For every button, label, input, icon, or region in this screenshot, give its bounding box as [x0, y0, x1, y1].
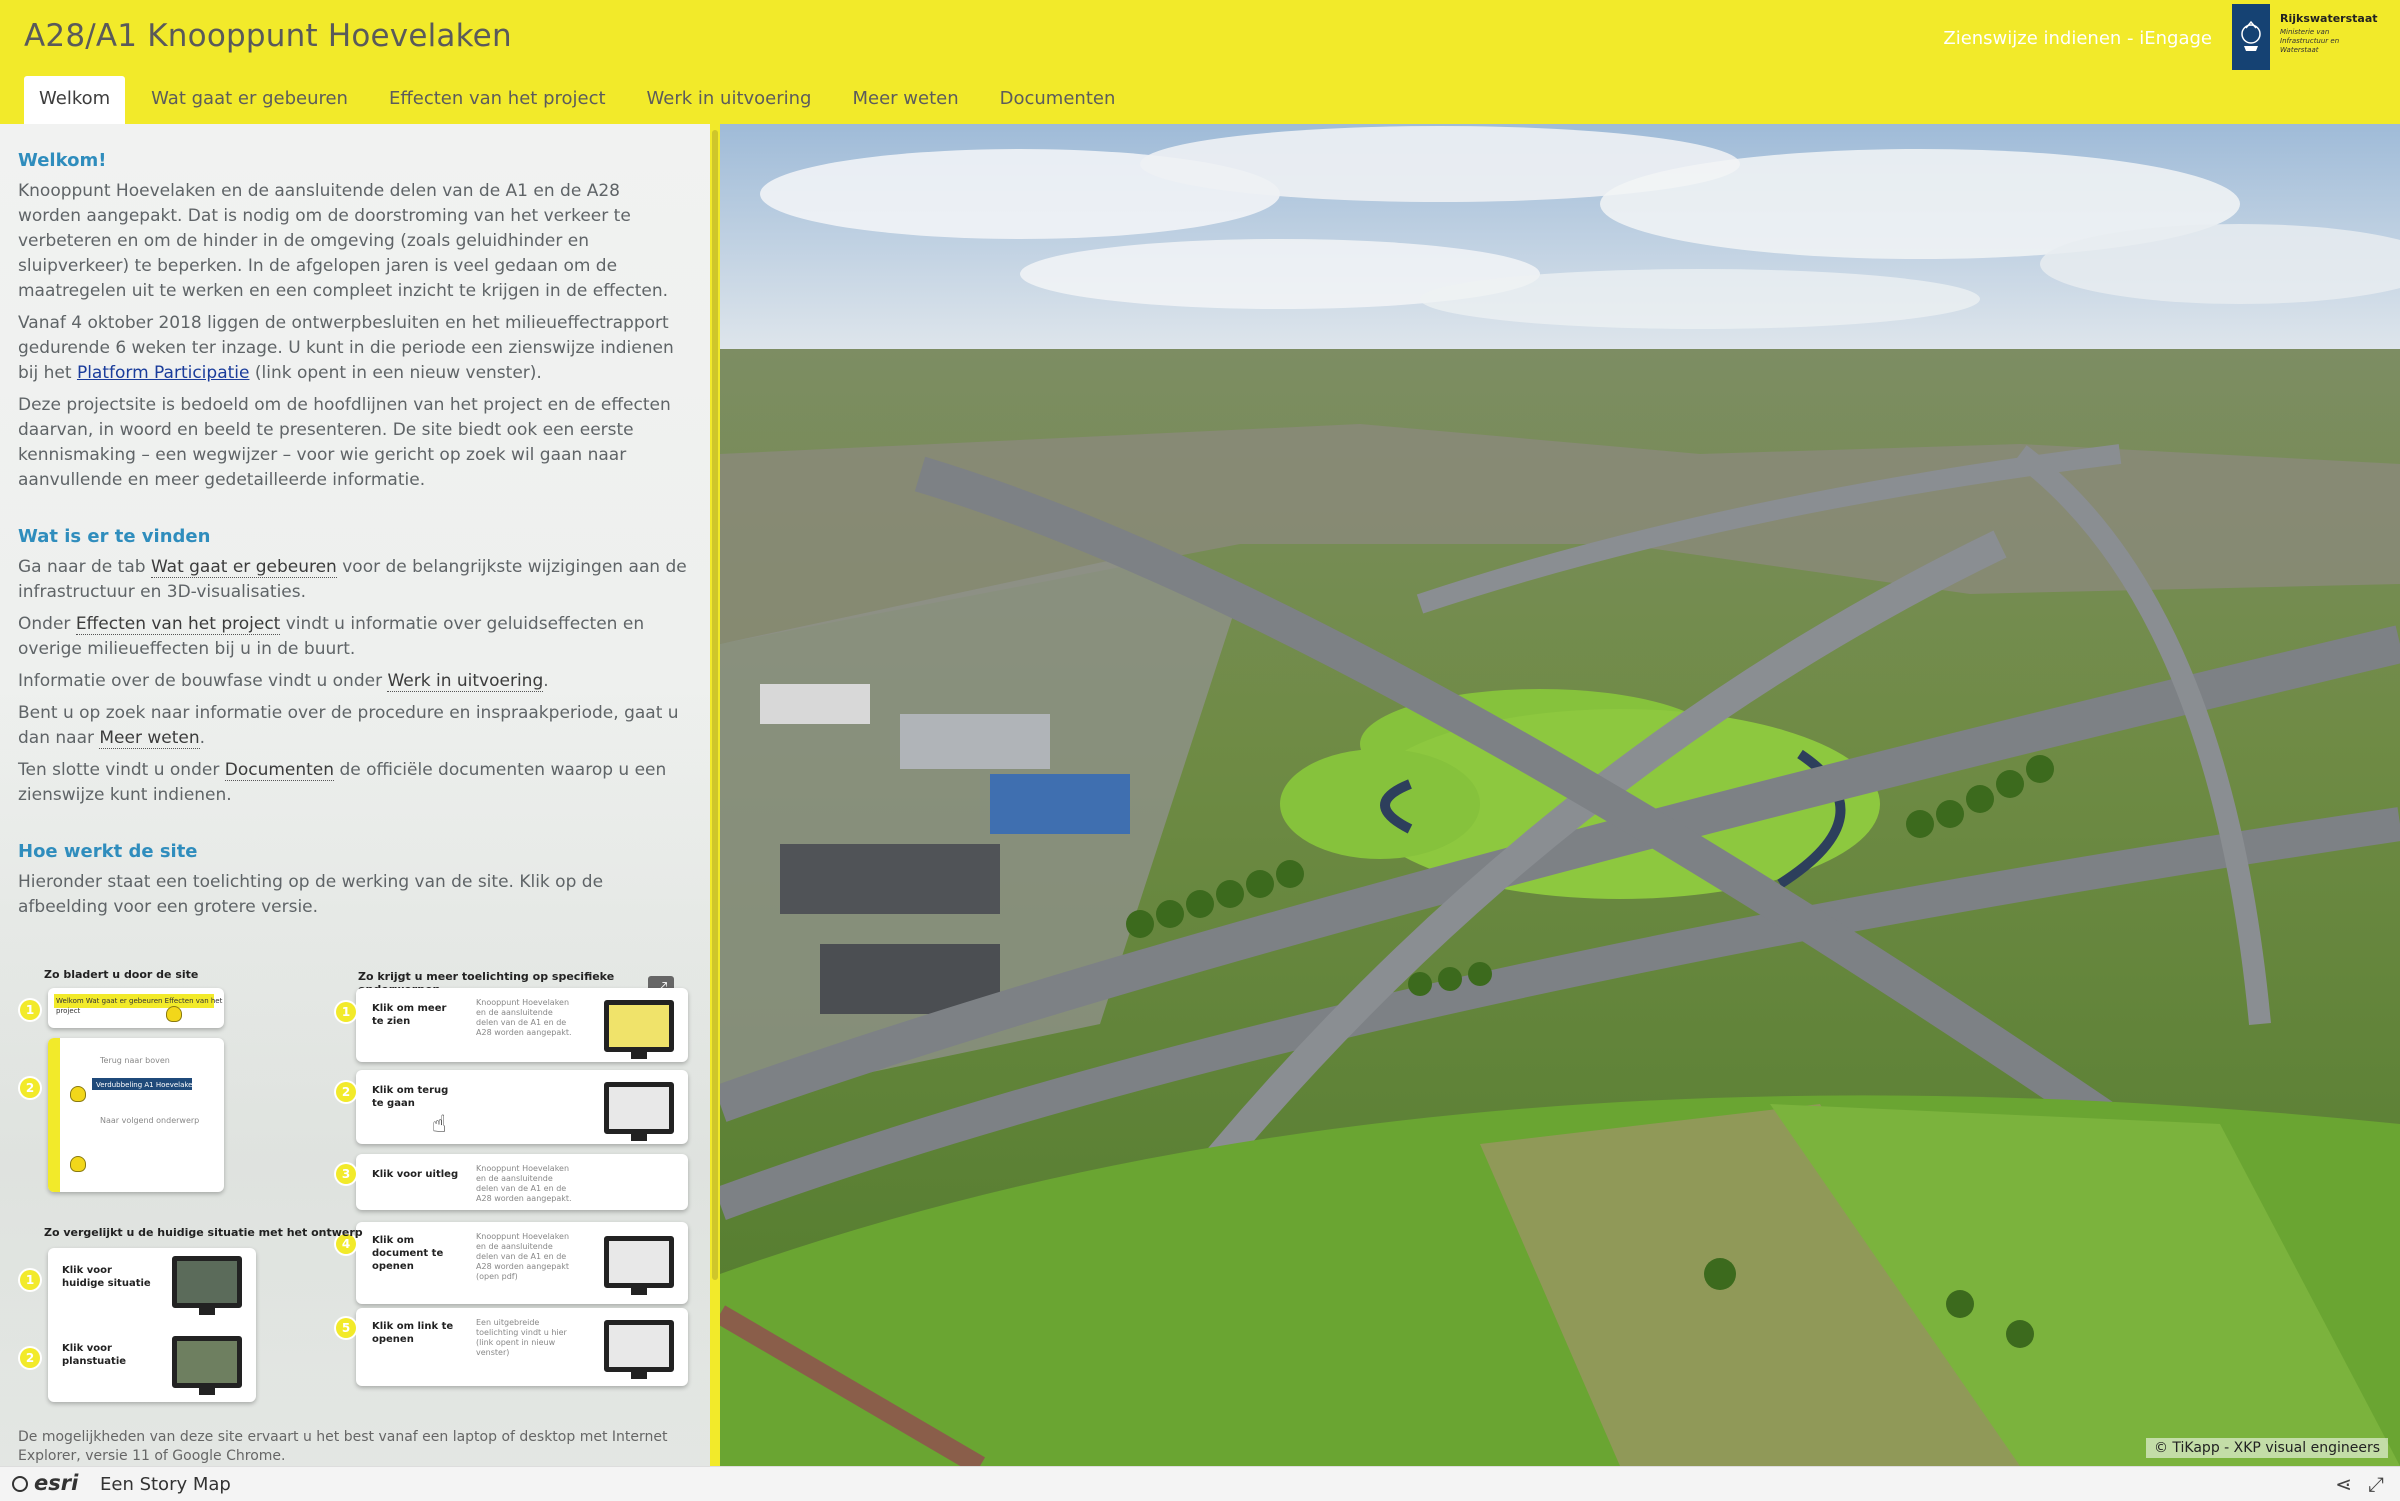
more-step-3-number: 3 [336, 1164, 356, 1184]
find-item-5: Ten slotte vindt u onder Documenten de o… [18, 760, 667, 805]
inspection-paragraph: Vanaf 4 oktober 2018 liggen de ontwerpbe… [18, 311, 688, 386]
link-meer-weten[interactable]: Meer weten [99, 728, 200, 749]
platform-participatie-link[interactable]: Platform Participatie [77, 363, 250, 383]
tab-bar: Welkom Wat gaat er gebeuren Effecten van… [24, 76, 1141, 124]
tab-meer-weten[interactable]: Meer weten [837, 76, 973, 124]
logo-name: Rijkswaterstaat [2280, 12, 2378, 25]
tab-werk-in-uitvoering[interactable]: Werk in uitvoering [632, 76, 827, 124]
submit-view-link[interactable]: Zienswijze indienen - iEngage [1943, 28, 2212, 49]
aerial-visualisation-image: © TiKapp - XKP visual engineers [720, 124, 2400, 1466]
story-map-label: Een Story Map [100, 1474, 231, 1495]
esri-globe-icon [12, 1476, 28, 1492]
find-item-4: Bent u op zoek naar informatie over de p… [18, 703, 679, 749]
welcome-heading: Welkom! [18, 150, 107, 171]
link-effecten-van-het-project[interactable]: Effecten van het project [75, 614, 281, 635]
browse-card-1: Welkom Wat gaat er gebeuren Effecten van… [48, 988, 224, 1028]
infographic-title-compare: Zo vergelijkt u de huidige situatie met … [44, 1226, 363, 1239]
intro-paragraph: Knooppunt Hoevelaken en de aansluitende … [18, 181, 669, 301]
more-card-1: Klik om meer te zien Knooppunt Hoevelake… [356, 988, 688, 1062]
esri-logo[interactable]: esri [34, 1471, 78, 1495]
mouse-pointer-icon: ☝ [432, 1110, 447, 1138]
site-guide-infographic[interactable]: Zo bladert u door de site Welkom Wat gaa… [18, 838, 690, 1416]
link-werk-in-uitvoering[interactable]: Werk in uitvoering [387, 671, 544, 692]
monitor-icon [604, 1000, 674, 1059]
compare-step-2-number: 2 [20, 1348, 40, 1368]
monitor-icon [604, 1320, 674, 1379]
crest-icon [2232, 4, 2270, 70]
compare-card: Klik voor huidige situatie Klik voor pla… [48, 1248, 256, 1402]
image-credit: © TiKapp - XKP visual engineers [2145, 1438, 2388, 1458]
find-heading: Wat is er te vinden [18, 526, 211, 547]
find-item-2: Onder Effecten van het project vindt u i… [18, 614, 645, 659]
pointer-hand-icon [70, 1156, 86, 1172]
share-icon[interactable]: ⋖ [2335, 1472, 2352, 1496]
link-documenten[interactable]: Documenten [224, 760, 335, 781]
more-card-2: Klik om terug te gaan [356, 1070, 688, 1144]
more-card-5: Klik om link te openen Een uitgebreide t… [356, 1308, 688, 1386]
monitor-icon [604, 1236, 674, 1295]
tab-documenten[interactable]: Documenten [985, 76, 1131, 124]
purpose-paragraph: Deze projectsite is bedoeld om de hoofdl… [18, 395, 671, 490]
footer-bar: esri Een Story Map ⋖ ⤢ [0, 1466, 2400, 1501]
more-card-4: Klik om document te openen Knooppunt Hoe… [356, 1222, 688, 1304]
tab-effecten-van-het-project[interactable]: Effecten van het project [374, 76, 621, 124]
panel-scrollbar-thumb[interactable] [712, 130, 718, 1280]
more-step-2-number: 2 [336, 1082, 356, 1102]
infographic-title-browse: Zo bladert u door de site [44, 968, 199, 981]
find-item-3: Informatie over de bouwfase vindt u onde… [18, 671, 549, 692]
more-step-5-number: 5 [336, 1318, 356, 1338]
more-step-1-number: 1 [336, 1002, 356, 1022]
panel-content: Welkom! Knooppunt Hoevelaken en de aansl… [18, 150, 688, 927]
inspection-text-end: (link opent in een nieuw venster). [249, 363, 542, 383]
fullscreen-icon[interactable]: ⤢ [2368, 1472, 2384, 1496]
compare-step-1-number: 1 [20, 1270, 40, 1290]
app-title: A28/A1 Knooppunt Hoevelaken [24, 18, 512, 54]
browser-note: De mogelijkheden van deze site ervaart u… [18, 1429, 668, 1464]
link-wat-gaat-er-gebeuren[interactable]: Wat gaat er gebeuren [150, 557, 337, 578]
browse-step-2-number: 2 [20, 1078, 40, 1098]
monitor-icon [172, 1336, 242, 1395]
header: A28/A1 Knooppunt Hoevelaken Welkom Wat g… [0, 0, 2400, 124]
monitor-icon [604, 1082, 674, 1141]
more-card-3: Klik voor uitleg Knooppunt Hoevelaken en… [356, 1154, 688, 1210]
tab-wat-gaat-er-gebeuren[interactable]: Wat gaat er gebeuren [136, 76, 363, 124]
monitor-icon [172, 1256, 242, 1315]
logo-subtitle: Ministerie van Infrastructuur en Waterst… [2280, 28, 2340, 54]
find-item-1: Ga naar de tab Wat gaat er gebeuren voor… [18, 557, 687, 602]
tab-welkom[interactable]: Welkom [24, 76, 126, 124]
interchange-aerial-illustration [720, 124, 2400, 1466]
pointer-hand-icon [70, 1086, 86, 1102]
pointer-hand-icon [166, 1006, 182, 1022]
browse-step-1-number: 1 [20, 1000, 40, 1020]
rijkswaterstaat-logo[interactable]: Rijkswaterstaat Ministerie van Infrastru… [2232, 4, 2378, 72]
